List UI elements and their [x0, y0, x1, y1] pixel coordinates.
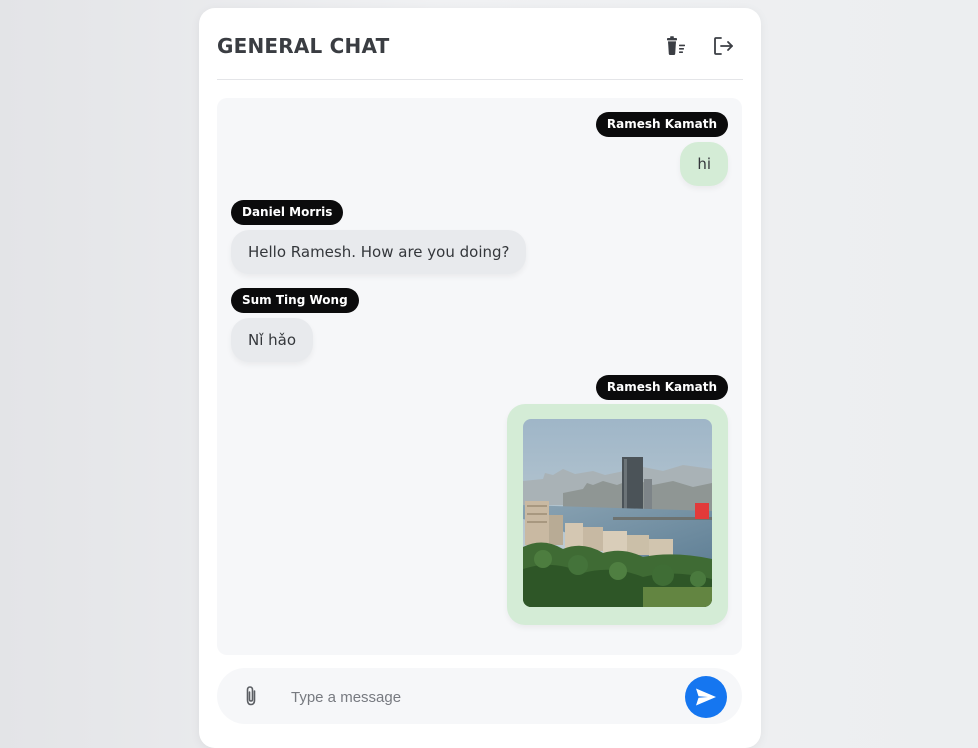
logout-icon	[714, 37, 733, 55]
message-input[interactable]	[289, 682, 673, 712]
city-river-photo[interactable]	[523, 419, 712, 607]
message-composer	[217, 668, 742, 724]
logout-button[interactable]	[711, 34, 735, 58]
chat-header: GENERAL CHAT	[217, 8, 743, 80]
sender-tag: Daniel Morris	[231, 200, 344, 225]
sender-tag: Ramesh Kamath	[595, 375, 728, 400]
clear-chat-button[interactable]	[664, 34, 688, 58]
message-list[interactable]: Ramesh Kamath hi Daniel Morris Hello Ram…	[217, 98, 742, 655]
incoming-message: Hello Ramesh. How are you doing?	[231, 230, 527, 274]
paperclip-icon	[246, 686, 256, 706]
chat-title: GENERAL CHAT	[217, 34, 390, 58]
send-button[interactable]	[685, 676, 727, 718]
incoming-message: Nǐ hǎo	[231, 318, 314, 362]
trash-filter-icon	[667, 36, 685, 55]
sender-tag: Sum Ting Wong	[231, 288, 359, 313]
outgoing-image-message[interactable]	[507, 404, 728, 625]
send-icon	[696, 688, 716, 706]
outgoing-message: hi	[680, 142, 728, 186]
attach-button[interactable]	[241, 684, 261, 708]
chat-card: GENERAL CHAT Ramesh Kamath hi Daniel Mor…	[199, 8, 761, 748]
sender-tag: Ramesh Kamath	[595, 112, 728, 137]
